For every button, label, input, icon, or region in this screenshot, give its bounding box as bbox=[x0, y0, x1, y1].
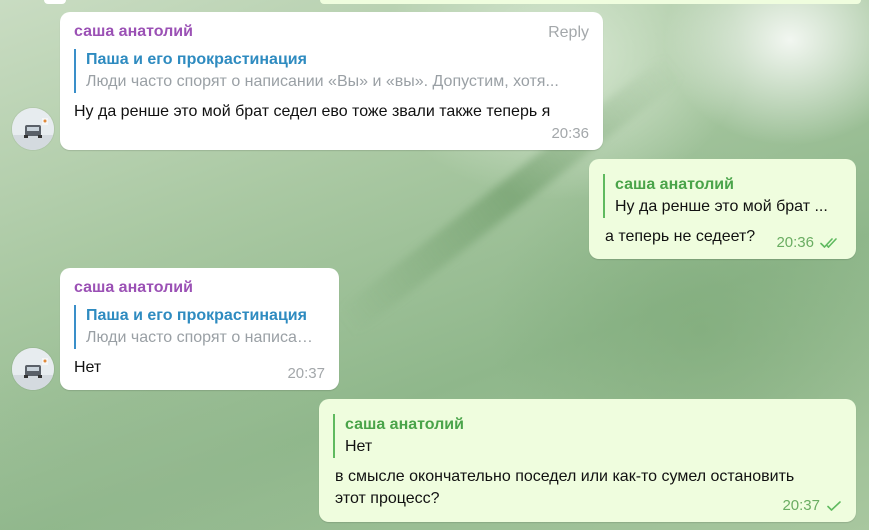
quote-text: Люди часто спорят о написании «Вы» и «вы… bbox=[86, 73, 559, 90]
message-meta: 20:36 bbox=[776, 233, 842, 253]
quote-title: Паша и его прокрастинация bbox=[86, 51, 307, 68]
chat-area: саша анатолий Reply Паша и его прокрасти… bbox=[0, 0, 869, 530]
car-photo-icon bbox=[12, 348, 54, 390]
message-meta: 20:36 bbox=[551, 124, 589, 144]
message-meta: 20:37 bbox=[287, 364, 325, 384]
reply-button[interactable]: Reply bbox=[548, 22, 589, 44]
quote-text: Нет bbox=[345, 438, 373, 455]
quote-title: Паша и его прокрастинация bbox=[86, 307, 307, 324]
message-bubble-outgoing[interactable]: саша анатолий Нет в смысле окончательно … bbox=[319, 399, 856, 522]
quote-text: Люди часто спорят о написании «Вы» и «вы… bbox=[86, 329, 316, 346]
avatar[interactable] bbox=[12, 348, 54, 390]
message-time: 20:36 bbox=[551, 125, 589, 142]
message-text-line: в смысле окончательно поседел или как-то… bbox=[335, 468, 795, 485]
sender-name[interactable]: саша анатолий bbox=[74, 21, 589, 43]
message-time: 20:37 bbox=[782, 497, 820, 514]
message-bubble-outgoing[interactable]: саша анатолий Ну да ренше это мой брат .… bbox=[589, 159, 856, 259]
message-text: Ну да ренше это мой брат седел ево тоже … bbox=[74, 103, 551, 120]
message-time: 20:37 bbox=[287, 365, 325, 382]
reply-quote[interactable]: саша анатолий Нет bbox=[333, 414, 842, 458]
message-time: 20:36 bbox=[776, 234, 814, 251]
reply-quote[interactable]: Паша и его прокрастинация Люди часто спо… bbox=[74, 49, 589, 93]
previous-bubble-edge bbox=[44, 0, 66, 4]
message-bubble-incoming[interactable]: саша анатолий Паша и его прокрастинация … bbox=[60, 268, 339, 390]
quote-title: саша анатолий bbox=[345, 416, 464, 433]
quote-title: саша анатолий bbox=[615, 176, 734, 193]
reply-quote[interactable]: Паша и его прокрастинация Люди часто спо… bbox=[74, 305, 325, 349]
car-photo-icon bbox=[12, 108, 54, 150]
message-meta: 20:37 bbox=[782, 496, 842, 516]
previous-outgoing-bubble-edge bbox=[320, 0, 861, 4]
reply-quote[interactable]: саша анатолий Ну да ренше это мой брат .… bbox=[603, 174, 842, 218]
message-bubble-incoming[interactable]: саша анатолий Reply Паша и его прокрасти… bbox=[60, 12, 603, 150]
single-check-icon bbox=[826, 500, 842, 512]
avatar[interactable] bbox=[12, 108, 54, 150]
message-text-line: этот процесс? bbox=[335, 490, 440, 507]
quote-text: Ну да ренше это мой брат ... bbox=[615, 198, 828, 215]
sender-name[interactable]: саша анатолий bbox=[74, 277, 325, 299]
double-check-icon bbox=[820, 237, 842, 249]
